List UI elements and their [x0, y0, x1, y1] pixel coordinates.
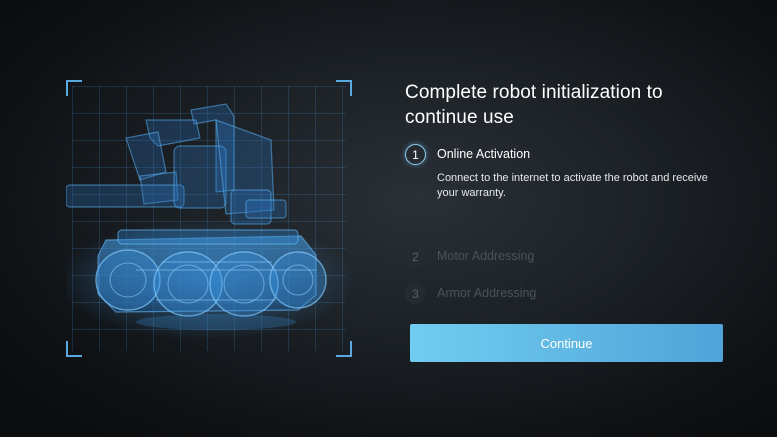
step-title: Online Activation [437, 147, 531, 161]
page-title: Complete robot initialization to continu… [405, 82, 663, 128]
step-motor-addressing: 2 Motor Addressing [405, 246, 725, 267]
step-title: Motor Addressing [437, 249, 535, 263]
frame-corner-top-right [336, 80, 352, 96]
step-description: Connect to the internet to activate the … [437, 172, 708, 199]
robot-xray-image [66, 103, 352, 340]
robot-preview [66, 80, 352, 357]
step-title: Armor Addressing [437, 286, 537, 300]
continue-button[interactable]: Continue [410, 324, 723, 362]
initialization-panel: Complete robot initialization to continu… [405, 80, 725, 304]
frame-corner-top-left [66, 80, 82, 96]
step-armor-addressing: 3 Armor Addressing [405, 283, 725, 304]
step-online-activation: 1 Online Activation Connect to the inter… [405, 144, 725, 201]
step-number-badge: 2 [405, 246, 426, 267]
step-list: 1 Online Activation Connect to the inter… [405, 144, 725, 304]
step-number-badge: 1 [405, 144, 426, 165]
initialization-screen: Complete robot initialization to continu… [0, 0, 777, 437]
step-number-badge: 3 [405, 283, 426, 304]
frame-corner-bottom-left [66, 341, 82, 357]
frame-corner-bottom-right [336, 341, 352, 357]
